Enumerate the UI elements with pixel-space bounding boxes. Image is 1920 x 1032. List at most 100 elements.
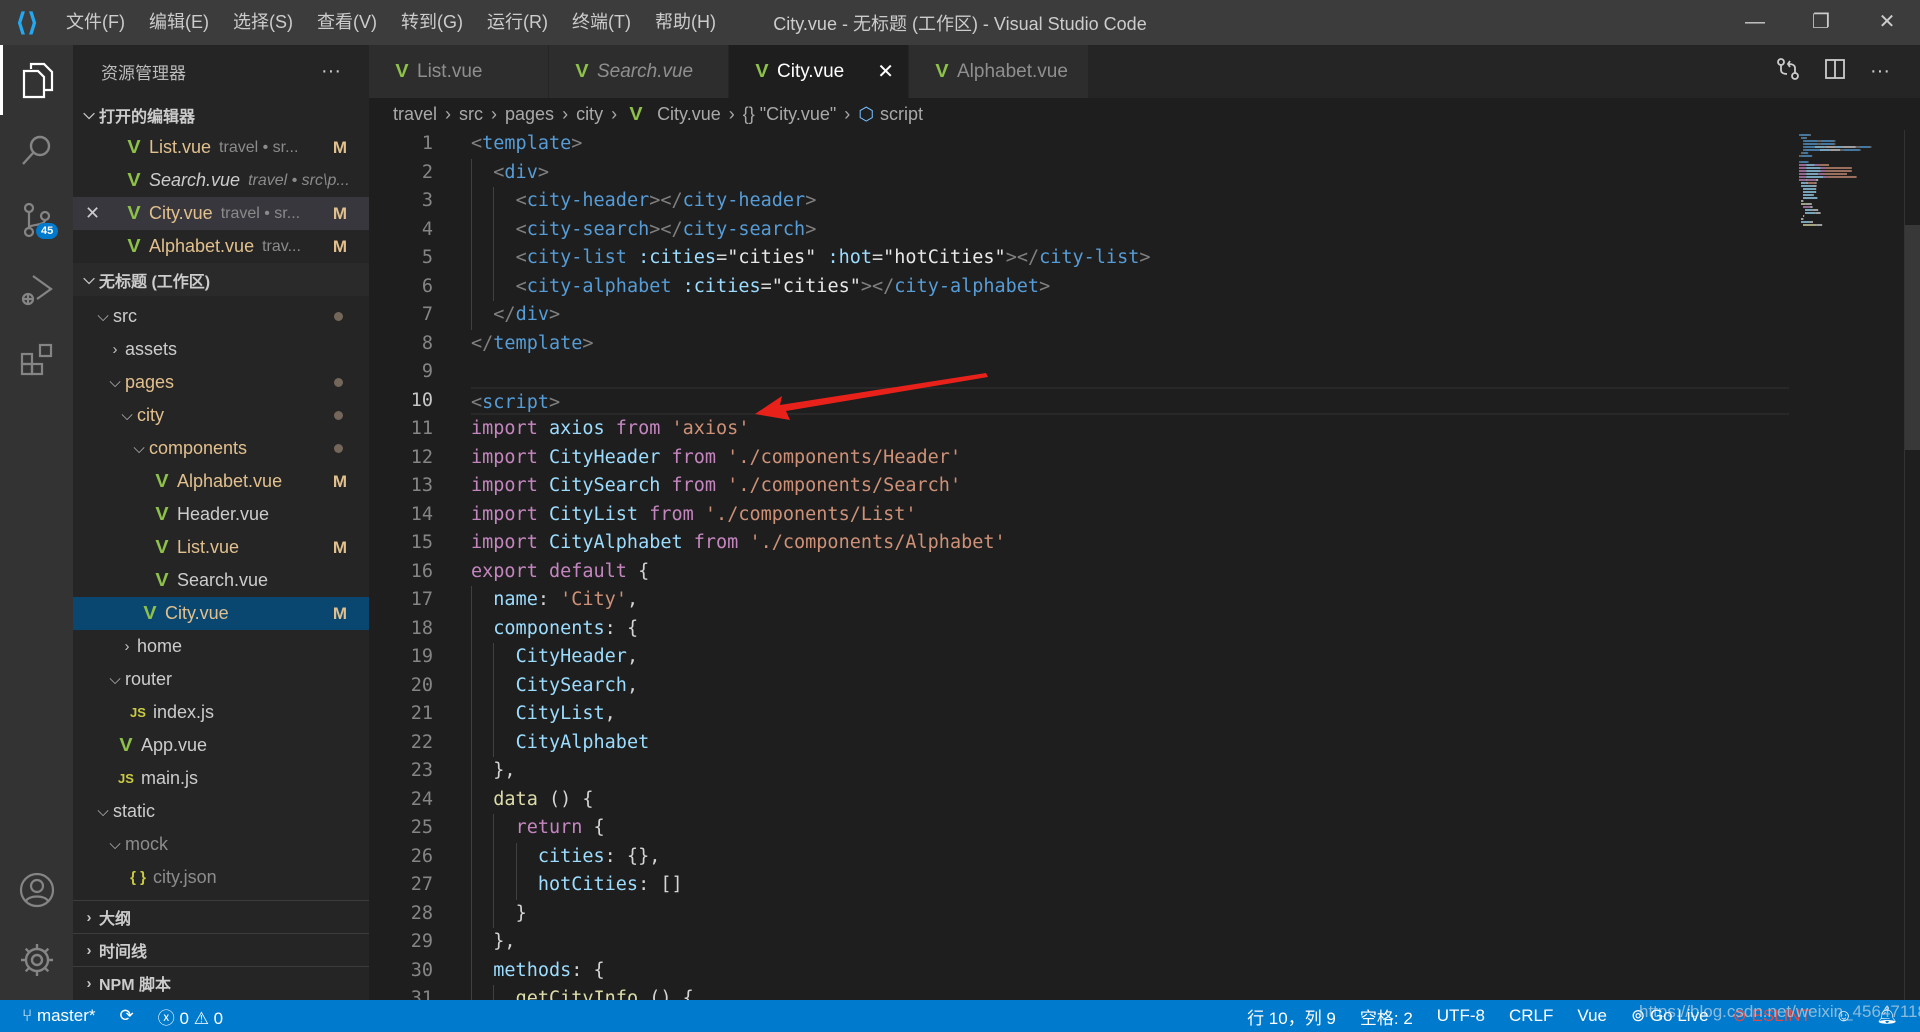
breadcrumb-item[interactable]: City.vue <box>657 104 721 125</box>
open-editor-item[interactable]: V Search.vue travel • src\p... <box>73 164 369 197</box>
code-line[interactable]: <city-search></city-search> <box>471 216 1789 245</box>
cursor-position[interactable]: 行 10，列 9 <box>1235 1004 1348 1029</box>
menu-item[interactable]: 帮助(H) <box>643 0 728 45</box>
file-item[interactable]: V City.vue M <box>73 597 369 630</box>
code-line[interactable]: name: 'City', <box>471 586 1789 615</box>
code-line[interactable]: methods: { <box>471 957 1789 986</box>
folder-item[interactable]: ⌵ city <box>73 399 369 432</box>
source-control-icon[interactable]: 45 <box>0 185 73 255</box>
open-editor-item[interactable]: V Alphabet.vue trav... M <box>73 230 369 263</box>
more-actions-button[interactable]: ··· <box>321 60 341 83</box>
open-changes-icon[interactable] <box>1776 57 1800 87</box>
go-live-button[interactable]: ⊚ Go Live https://blog.csdn.net/weixin_4… <box>1619 1002 1920 1026</box>
split-editor-icon[interactable] <box>1824 58 1846 86</box>
problems-indicator[interactable]: ⓧ 0 ⚠ 0 <box>146 1004 235 1029</box>
folder-item[interactable]: ⌵ router <box>73 663 369 696</box>
menu-item[interactable]: 编辑(E) <box>137 0 221 45</box>
file-item[interactable]: V Search.vue <box>73 564 369 597</box>
menu-item[interactable]: 查看(V) <box>305 0 389 45</box>
breadcrumb-item[interactable]: script <box>880 104 923 125</box>
open-editors-header[interactable]: ⌵ 打开的编辑器 <box>73 98 369 131</box>
open-editor-item[interactable]: ✕ V City.vue travel • sr... M <box>73 197 369 230</box>
breadcrumb-item[interactable]: src <box>459 104 483 125</box>
breadcrumb-item[interactable]: {} "City.vue" <box>743 104 837 125</box>
code-line[interactable]: data () { <box>471 786 1789 815</box>
minimap[interactable] <box>1789 130 1904 1000</box>
menu-item[interactable]: 终端(T) <box>560 0 643 45</box>
menu-item[interactable]: 选择(S) <box>221 0 305 45</box>
tab-search-vue[interactable]: V Search.vue <box>549 45 729 98</box>
code-line[interactable]: components: { <box>471 615 1789 644</box>
folder-item[interactable]: › home <box>73 630 369 663</box>
branch-indicator[interactable]: ⑂ master* <box>0 1006 108 1026</box>
section-header[interactable]: › 时间线 <box>73 933 369 966</box>
close-window-button[interactable]: ✕ <box>1854 0 1920 45</box>
file-item[interactable]: JS main.js <box>73 762 369 795</box>
breadcrumb-item[interactable]: pages <box>505 104 554 125</box>
workspace-header[interactable]: ⌵ 无标题 (工作区) <box>73 263 369 296</box>
code-line[interactable]: import CityAlphabet from './components/A… <box>471 529 1789 558</box>
file-item[interactable]: V List.vue M <box>73 531 369 564</box>
code-line[interactable]: export default { <box>471 558 1789 587</box>
code-line[interactable]: getCityInfo () { <box>471 985 1789 1000</box>
line-ending[interactable]: CRLF <box>1497 1006 1565 1026</box>
restore-button[interactable]: ❐ <box>1788 0 1854 45</box>
file-item[interactable]: V App.vue <box>73 729 369 762</box>
run-debug-icon[interactable] <box>0 255 73 325</box>
code-line[interactable]: </template> <box>471 330 1789 359</box>
code-line[interactable]: import CityHeader from './components/Hea… <box>471 444 1789 473</box>
scrollbar-thumb[interactable] <box>1905 225 1920 450</box>
tab-alphabet-vue[interactable]: V Alphabet.vue <box>909 45 1089 98</box>
more-actions-icon[interactable]: ··· <box>1870 60 1890 83</box>
code-line[interactable]: }, <box>471 757 1789 786</box>
code-line[interactable]: } <box>471 900 1789 929</box>
encoding[interactable]: UTF-8 <box>1425 1006 1497 1026</box>
code-line[interactable]: }, <box>471 928 1789 957</box>
file-item[interactable]: JS index.js <box>73 696 369 729</box>
section-header[interactable]: › 大纲 <box>73 900 369 933</box>
file-item[interactable]: V Alphabet.vue M <box>73 465 369 498</box>
file-item[interactable]: { } city.json <box>73 861 369 894</box>
search-icon[interactable] <box>0 115 73 185</box>
open-editor-item[interactable]: V List.vue travel • sr... M <box>73 131 369 164</box>
sync-icon[interactable]: ⟳ <box>108 1006 146 1026</box>
code-line[interactable]: CitySearch, <box>471 672 1789 701</box>
section-header[interactable]: › NPM 脚本 <box>73 966 369 999</box>
extensions-icon[interactable] <box>0 325 73 395</box>
code-line[interactable]: <div> <box>471 159 1789 188</box>
minimize-button[interactable]: — <box>1722 0 1788 45</box>
code-line[interactable]: <city-list :cities="cities" :hot="hotCit… <box>471 244 1789 273</box>
code-line[interactable]: cities: {}, <box>471 843 1789 872</box>
code-line[interactable]: </div> <box>471 301 1789 330</box>
explorer-icon[interactable] <box>0 45 73 115</box>
code-line[interactable]: return { <box>471 814 1789 843</box>
code-line[interactable]: <script> <box>471 386 1789 415</box>
code-line[interactable]: hotCities: [] <box>471 871 1789 900</box>
code-editor[interactable]: 1 <template> 2 <div> 3 <city-header></city-… <box>369 130 1789 1000</box>
code-line[interactable]: <city-alphabet :cities="cities"></city-a… <box>471 273 1789 302</box>
menu-item[interactable]: 转到(G) <box>389 0 475 45</box>
code-line[interactable]: import CitySearch from './components/Sea… <box>471 472 1789 501</box>
close-tab-icon[interactable]: ✕ <box>877 59 894 84</box>
folder-item[interactable]: ⌵ src <box>73 300 369 333</box>
code-line[interactable]: <template> <box>471 130 1789 159</box>
folder-item[interactable]: ⌵ mock <box>73 828 369 861</box>
tab-city-vue[interactable]: V City.vue ✕ <box>729 45 909 98</box>
folder-item[interactable]: ⌵ components <box>73 432 369 465</box>
editor-scrollbar[interactable] <box>1904 130 1920 1000</box>
code-line[interactable]: import CityList from './components/List' <box>471 501 1789 530</box>
menu-item[interactable]: 运行(R) <box>475 0 560 45</box>
accounts-icon[interactable] <box>0 855 73 925</box>
close-icon[interactable]: ✕ <box>85 203 100 224</box>
folder-item[interactable]: ⌵ pages <box>73 366 369 399</box>
breadcrumb-item[interactable]: travel <box>393 104 437 125</box>
language-mode[interactable]: Vue <box>1565 1006 1619 1026</box>
folder-item[interactable]: ⌵ static <box>73 795 369 828</box>
code-line[interactable] <box>471 358 1789 387</box>
code-line[interactable]: CityAlphabet <box>471 729 1789 758</box>
indentation[interactable]: 空格: 2 <box>1348 1004 1425 1029</box>
file-item[interactable]: V Header.vue <box>73 498 369 531</box>
code-line[interactable]: <city-header></city-header> <box>471 187 1789 216</box>
folder-item[interactable]: › assets <box>73 333 369 366</box>
code-line[interactable]: import axios from 'axios' <box>471 415 1789 444</box>
